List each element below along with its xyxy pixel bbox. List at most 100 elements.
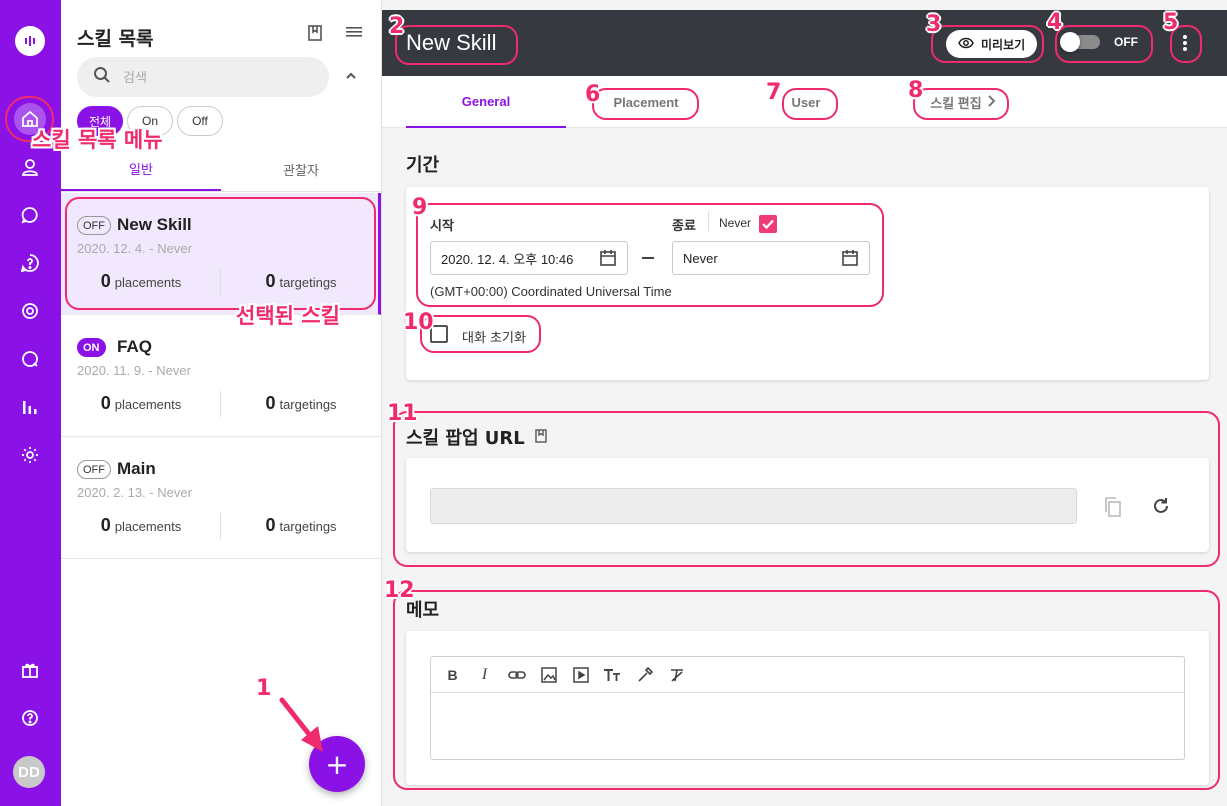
- help-icon[interactable]: [14, 247, 46, 279]
- book-icon[interactable]: [535, 427, 547, 448]
- copy-icon[interactable]: [1103, 496, 1123, 522]
- timezone-text: (GMT+00:00) Coordinated Universal Time: [430, 284, 672, 299]
- tab-general-settings[interactable]: General: [406, 76, 566, 128]
- skill-name: FAQ: [117, 337, 152, 356]
- popup-url-card: [406, 458, 1209, 552]
- period-title: 기간: [406, 155, 440, 176]
- tab-user[interactable]: User: [778, 76, 834, 128]
- targetings-stat: 0 targetings: [221, 393, 381, 414]
- clear-format-icon[interactable]: [667, 665, 686, 684]
- tab-observer[interactable]: 관찰자: [221, 148, 381, 191]
- start-date-value: 2020. 12. 4. 오후 10:46: [441, 251, 574, 267]
- panel-header-icons: [307, 24, 363, 46]
- tab-skill-edit-label: 스킬 편집: [930, 95, 982, 111]
- memo-card: B I: [406, 631, 1209, 785]
- skill-item[interactable]: OFF Main 2020. 2. 13. - Never 0 placement…: [61, 437, 381, 559]
- search-box: [77, 57, 329, 97]
- tab-general[interactable]: 일반: [61, 148, 221, 191]
- eye-icon: [958, 37, 974, 52]
- status-badge: ON: [77, 338, 106, 357]
- placements-label: placements: [114, 275, 182, 290]
- target-icon[interactable]: [14, 295, 46, 327]
- start-date-field[interactable]: 2020. 12. 4. 오후 10:46: [430, 241, 628, 275]
- left-rail: DD: [0, 0, 61, 806]
- targetings-count: 0: [265, 393, 276, 413]
- skill-list-panel: 스킬 목록 전체 On Off 일반 관찰자 OFF New Skill 202…: [61, 0, 382, 806]
- search-icon: [93, 66, 111, 88]
- end-divider: [708, 211, 709, 231]
- skill-header: New Skill 미리보기 OFF: [382, 10, 1227, 76]
- chevron-right-icon: [986, 94, 996, 111]
- placements-stat: 0 placements: [61, 515, 221, 536]
- end-date-value: Never: [683, 250, 718, 266]
- annotation-number: 11: [387, 401, 418, 426]
- placements-count: 0: [100, 393, 111, 413]
- image-icon[interactable]: [539, 665, 558, 684]
- filter-on[interactable]: On: [127, 106, 173, 136]
- toggle-switch[interactable]: [1060, 32, 1100, 52]
- popup-url-field[interactable]: [430, 488, 1077, 524]
- reset-checkbox[interactable]: [430, 325, 448, 343]
- status-toggle[interactable]: OFF: [1060, 32, 1138, 52]
- skill-title[interactable]: New Skill: [406, 30, 496, 56]
- memo-editor: B I: [430, 656, 1185, 760]
- memo-title: 메모: [406, 600, 440, 621]
- link-icon[interactable]: [507, 665, 526, 684]
- tab-placement[interactable]: Placement: [594, 76, 698, 128]
- text-size-icon[interactable]: [603, 665, 622, 684]
- list-tabs: 일반 관찰자: [61, 148, 381, 192]
- bar-chart-icon[interactable]: [14, 391, 46, 423]
- help-circle-icon[interactable]: [14, 702, 46, 734]
- filter-all[interactable]: 전체: [77, 106, 123, 136]
- start-label: 시작: [430, 219, 454, 234]
- chevron-up-icon[interactable]: [344, 68, 358, 87]
- skill-item[interactable]: OFF New Skill 2020. 12. 4. - Never 0 plac…: [61, 193, 381, 315]
- app-root: DD 스킬 목록 전체 On Off 일반 관찰자 OFF New Skill …: [0, 0, 1227, 806]
- menu-icon[interactable]: [345, 24, 363, 46]
- more-vert-icon[interactable]: [1182, 32, 1188, 58]
- bold-icon[interactable]: B: [443, 665, 462, 684]
- never-checkbox[interactable]: [759, 215, 777, 233]
- targetings-stat: 0 targetings: [221, 515, 381, 536]
- filter-off[interactable]: Off: [177, 106, 223, 136]
- main-tabs: General Placement User 스킬 편집: [382, 76, 1227, 128]
- message-icon[interactable]: [14, 343, 46, 375]
- toggle-label: OFF: [1114, 35, 1138, 49]
- avatar[interactable]: DD: [13, 756, 45, 788]
- chat-icon[interactable]: [14, 199, 46, 231]
- placements-count: 0: [100, 515, 111, 535]
- book-icon[interactable]: [307, 24, 323, 46]
- calendar-icon[interactable]: [841, 249, 859, 270]
- reset-label: 대화 초기화: [462, 331, 526, 346]
- home-icon[interactable]: [14, 103, 46, 135]
- user-icon[interactable]: [14, 151, 46, 183]
- gift-icon[interactable]: [14, 654, 46, 686]
- placements-label: placements: [114, 519, 182, 534]
- video-icon[interactable]: [571, 665, 590, 684]
- tab-skill-edit[interactable]: 스킬 편집: [920, 76, 1006, 128]
- skill-date: 2020. 12. 4. - Never: [77, 241, 192, 256]
- status-filter: 전체 On Off: [77, 106, 223, 136]
- period-card: 시작 2020. 12. 4. 오후 10:46 종료 Never Never …: [406, 187, 1209, 380]
- placements-stat: 0 placements: [61, 271, 221, 292]
- targetings-count: 0: [265, 271, 276, 291]
- memo-content[interactable]: [431, 693, 1184, 759]
- skill-item[interactable]: ON FAQ 2020. 11. 9. - Never 0 placements …: [61, 315, 381, 437]
- search-input[interactable]: [123, 69, 303, 85]
- popup-url-header: 스킬 팝업 URL: [406, 424, 547, 450]
- color-picker-icon[interactable]: [635, 665, 654, 684]
- gear-icon[interactable]: [14, 439, 46, 471]
- targetings-label: targetings: [279, 275, 337, 290]
- targetings-count: 0: [265, 515, 276, 535]
- calendar-icon[interactable]: [599, 249, 617, 270]
- add-skill-button[interactable]: +: [309, 736, 365, 792]
- preview-button[interactable]: 미리보기: [946, 30, 1038, 58]
- skill-name: Main: [117, 459, 156, 478]
- refresh-icon[interactable]: [1151, 496, 1171, 520]
- targetings-label: targetings: [279, 519, 337, 534]
- placements-label: placements: [114, 397, 182, 412]
- range-dash: [642, 257, 654, 259]
- italic-icon[interactable]: I: [475, 665, 494, 684]
- logo-icon[interactable]: [15, 26, 45, 56]
- end-date-field[interactable]: Never: [672, 241, 870, 275]
